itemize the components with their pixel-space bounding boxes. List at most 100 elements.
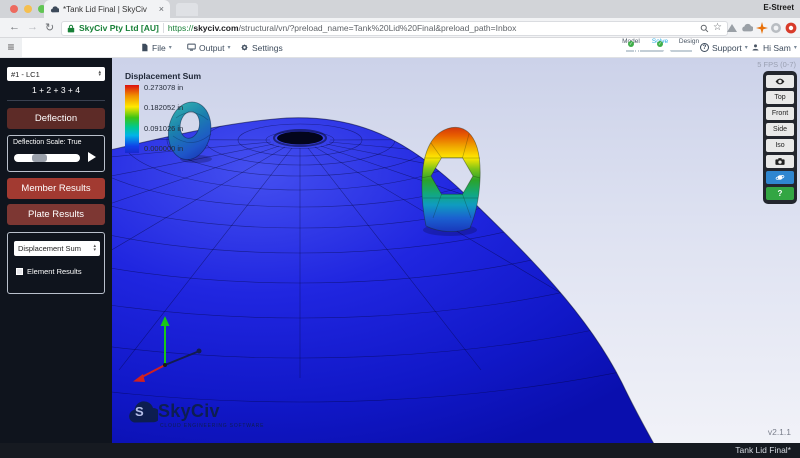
load-case-select[interactable]: #1 - LC1 ▴▾ bbox=[7, 67, 105, 81]
skyciv-favicon-icon bbox=[50, 6, 59, 13]
chevron-down-icon: ▾ bbox=[794, 44, 797, 51]
select-stepper-icon: ▴▾ bbox=[93, 245, 96, 252]
url-path: /structural/vn/?preload_name=Tank%20Lid%… bbox=[239, 23, 517, 33]
hamburger-menu-icon[interactable]: ≡ bbox=[0, 38, 22, 57]
support-menu[interactable]: ? Support ▾ bbox=[700, 38, 748, 57]
check-badge-icon: ✓ bbox=[628, 41, 634, 47]
watermark-brand: SkyCiv bbox=[158, 401, 220, 422]
visibility-button[interactable] bbox=[766, 75, 794, 88]
view-top-button[interactable]: Top bbox=[766, 91, 794, 104]
deflection-scale-value: True bbox=[67, 139, 81, 146]
view-iso-button[interactable]: Iso bbox=[766, 139, 794, 152]
fps-counter: 5 FPS (0-7) bbox=[757, 60, 796, 69]
tab-title: *Tank Lid Final | SkyCiv bbox=[63, 5, 155, 14]
bookmark-star-icon[interactable]: ☆ bbox=[713, 23, 722, 33]
legend-color-bar bbox=[125, 85, 139, 153]
close-window-button[interactable] bbox=[10, 5, 18, 13]
settings-menu[interactable]: Settings bbox=[240, 38, 283, 57]
legend-label-2: 0.182052 in bbox=[144, 103, 183, 112]
gear-icon bbox=[240, 43, 249, 52]
load-combination-label: 1 + 2 + 3 + 4 bbox=[0, 85, 112, 95]
screenshot-button[interactable] bbox=[766, 155, 794, 168]
security-label[interactable]: SkyCiv Pty Ltd [AU] bbox=[79, 23, 159, 33]
view-side-button[interactable]: Side bbox=[766, 123, 794, 136]
browser-addressbar: ← → ↻ SkyCiv Pty Ltd [AU] https://skyciv… bbox=[0, 18, 800, 38]
url-scheme: https:// bbox=[168, 23, 194, 33]
camera-icon bbox=[775, 157, 785, 166]
step-design[interactable]: Design bbox=[676, 38, 702, 45]
main-area: #1 - LC1 ▴▾ 1 + 2 + 3 + 4 Deflection Def… bbox=[0, 58, 800, 443]
watermark-initial: S bbox=[135, 404, 144, 419]
browser-window: *Tank Lid Final | SkyCiv × E-Street ← → … bbox=[0, 0, 800, 458]
model-canvas[interactable]: 5 FPS (0-7) Displacement Sum 0.273078 in… bbox=[112, 58, 800, 443]
chevron-down-icon: ▾ bbox=[169, 44, 172, 51]
deflection-scale-label: Deflection Scale: bbox=[13, 139, 66, 146]
project-name: Tank Lid Final* bbox=[735, 445, 791, 455]
extension-cloud-icon[interactable] bbox=[740, 21, 753, 34]
reload-icon[interactable]: ↻ bbox=[45, 21, 54, 34]
extension-badge-icon[interactable] bbox=[769, 21, 782, 34]
file-menu[interactable]: File ▾ bbox=[140, 38, 172, 57]
plate-results-button[interactable]: Plate Results bbox=[7, 204, 105, 225]
load-case-value: #1 - LC1 bbox=[11, 70, 98, 79]
legend-label-max: 0.273078 in bbox=[144, 83, 183, 92]
browser-tabbar: *Tank Lid Final | SkyCiv × E-Street bbox=[0, 0, 800, 18]
displacement-legend: Displacement Sum 0.273078 in 0.182052 in… bbox=[125, 71, 201, 153]
file-menu-label: File bbox=[152, 43, 166, 53]
play-animation-icon[interactable] bbox=[88, 152, 96, 162]
workflow-stepper: Model ✓ Solve ✓ Design bbox=[618, 38, 702, 57]
output-menu-label: Output bbox=[199, 43, 225, 53]
element-results-option[interactable]: Element Results bbox=[16, 267, 82, 276]
slider-handle[interactable] bbox=[32, 154, 47, 162]
url-field[interactable]: SkyCiv Pty Ltd [AU] https://skyciv.com/s… bbox=[61, 21, 728, 36]
dome-top-hole bbox=[274, 130, 326, 146]
orbit-globe-icon bbox=[775, 173, 785, 182]
view-front-button[interactable]: Front bbox=[766, 107, 794, 120]
result-type-value: Displacement Sum bbox=[18, 244, 93, 253]
lock-icon bbox=[67, 24, 75, 33]
search-icon[interactable] bbox=[700, 24, 709, 33]
status-bar: Tank Lid Final* bbox=[0, 443, 800, 458]
settings-menu-label: Settings bbox=[252, 43, 283, 53]
menubar-right-text: E-Street bbox=[763, 3, 794, 12]
user-menu[interactable]: Hi Sam ▾ bbox=[751, 38, 797, 57]
chevron-down-icon: ▾ bbox=[228, 44, 231, 51]
back-icon[interactable]: ← bbox=[9, 21, 20, 33]
results-sidebar: #1 - LC1 ▴▾ 1 + 2 + 3 + 4 Deflection Def… bbox=[0, 58, 112, 443]
extension-triangle-icon[interactable] bbox=[725, 21, 738, 34]
file-icon bbox=[140, 43, 149, 52]
monitor-icon bbox=[187, 43, 196, 52]
extension-starburst-icon[interactable] bbox=[755, 21, 768, 34]
extension-record-icon[interactable] bbox=[784, 21, 797, 34]
step-solve[interactable]: Solve ✓ bbox=[647, 38, 673, 45]
forward-icon[interactable]: → bbox=[27, 21, 38, 33]
legend-labels: 0.273078 in 0.182052 in 0.091026 in 0.00… bbox=[144, 83, 183, 153]
select-stepper-icon: ▴▾ bbox=[98, 71, 101, 78]
element-results-checkbox[interactable] bbox=[16, 268, 23, 275]
output-menu[interactable]: Output ▾ bbox=[187, 38, 231, 57]
support-menu-label: Support bbox=[712, 43, 742, 53]
app-version: v2.1.1 bbox=[768, 427, 791, 437]
plate-results-box: Displacement Sum ▴▾ Element Results bbox=[7, 232, 105, 294]
url-text: https://skyciv.com/structural/vn/?preloa… bbox=[168, 23, 696, 33]
element-results-label: Element Results bbox=[27, 267, 82, 276]
question-circle-icon: ? bbox=[700, 43, 709, 52]
new-tab-button[interactable] bbox=[176, 3, 198, 16]
result-type-select[interactable]: Displacement Sum ▴▾ bbox=[14, 241, 100, 256]
orbit-button[interactable] bbox=[766, 171, 794, 184]
legend-title: Displacement Sum bbox=[125, 71, 201, 81]
tab-close-icon[interactable]: × bbox=[159, 5, 164, 14]
view-controls-panel: Top Front Side Iso ? bbox=[763, 71, 797, 204]
deflection-scale-slider[interactable] bbox=[14, 154, 80, 162]
step-model[interactable]: Model ✓ bbox=[618, 38, 644, 45]
browser-tab[interactable]: *Tank Lid Final | SkyCiv × bbox=[44, 0, 170, 18]
scene-3d[interactable] bbox=[112, 58, 800, 443]
help-button[interactable]: ? bbox=[766, 187, 794, 200]
url-separator bbox=[163, 23, 164, 33]
deflection-button[interactable]: Deflection bbox=[7, 108, 105, 129]
eye-icon bbox=[775, 77, 785, 86]
chevron-down-icon: ▾ bbox=[745, 44, 748, 51]
watermark-tagline: CLOUD ENGINEERING SOFTWARE bbox=[160, 423, 264, 429]
minimize-window-button[interactable] bbox=[24, 5, 32, 13]
member-results-button[interactable]: Member Results bbox=[7, 178, 105, 199]
